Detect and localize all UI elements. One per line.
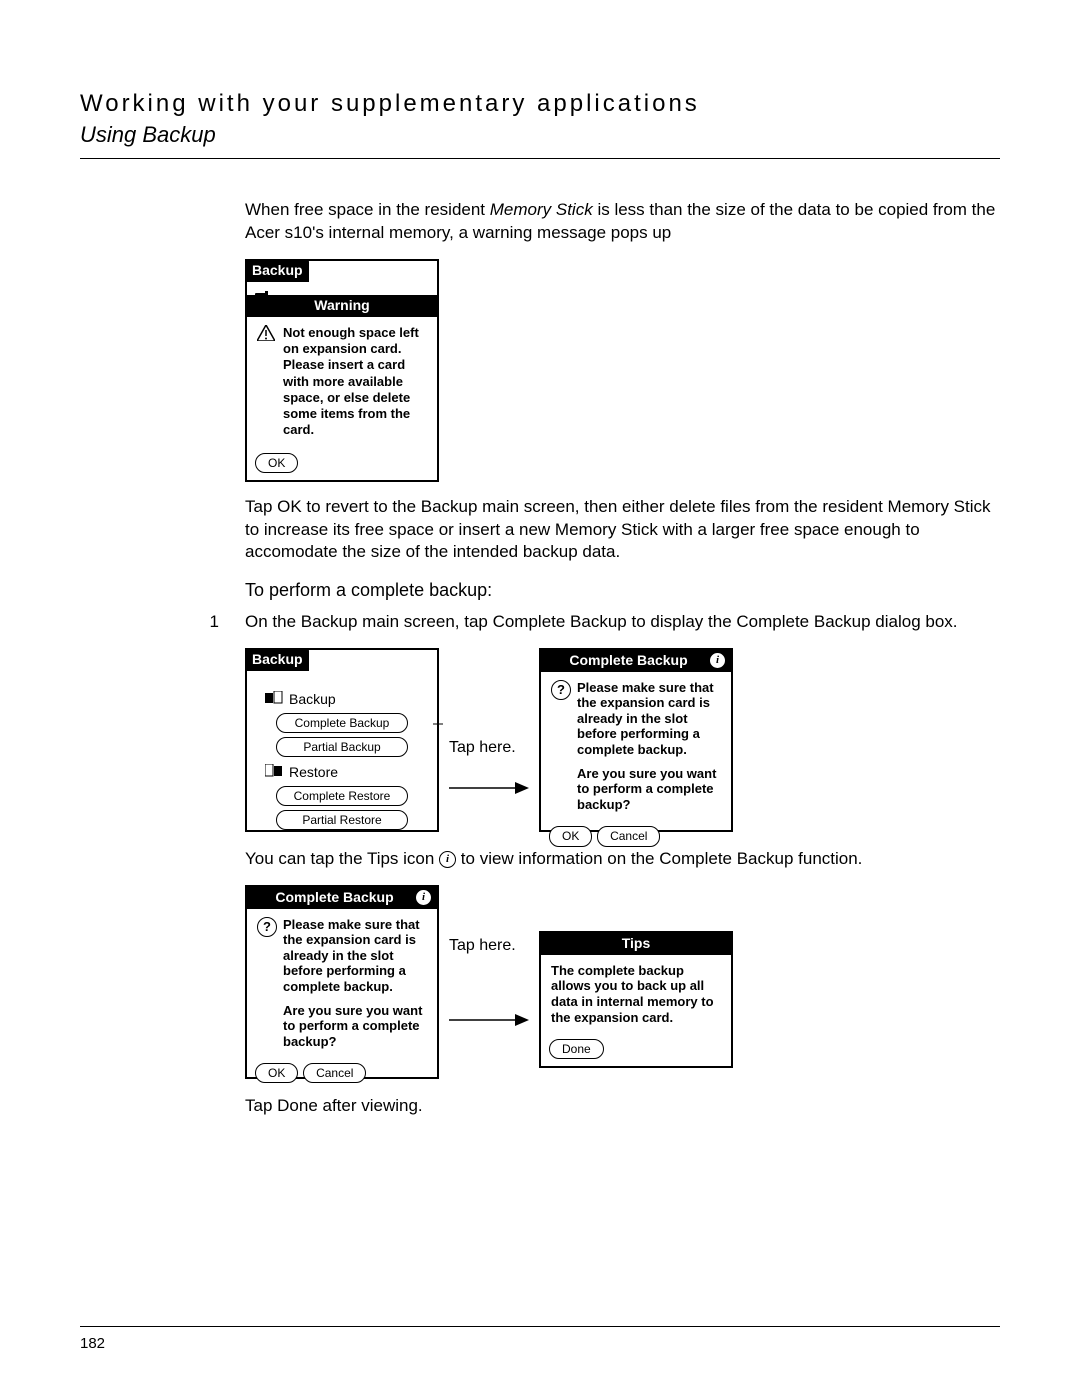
dialog-title: Backup — [246, 649, 309, 671]
cancel-button[interactable]: Cancel — [597, 826, 660, 846]
tap-done-paragraph: Tap Done after viewing. — [245, 1095, 1000, 1118]
complete-backup-dialog: Complete Backup i ? Please make sure tha… — [539, 648, 733, 832]
card-icon — [255, 291, 269, 299]
header-rule — [80, 158, 1000, 159]
tips-text: The complete backup allows you to back u… — [541, 955, 731, 1033]
intro-paragraph: When free space in the resident Memory S… — [245, 199, 1000, 245]
tap-here-annotation: Tap here. — [449, 935, 516, 957]
backup-icon — [265, 691, 283, 708]
question-icon: ? — [257, 917, 277, 937]
ok-button[interactable]: OK — [255, 453, 298, 473]
section-title: Using Backup — [80, 122, 1000, 148]
dialog-title: Complete Backup — [253, 888, 416, 907]
backup-main-screen: Backup Backup Complete Backup Partial Ba… — [245, 648, 439, 832]
callout-line — [433, 719, 443, 729]
arrow-icon — [449, 1012, 529, 1028]
info-icon[interactable]: i — [416, 890, 431, 905]
complete-restore-button[interactable]: Complete Restore — [276, 786, 408, 806]
callout-line — [431, 897, 439, 899]
after-warning-paragraph: Tap OK to revert to the Backup main scre… — [245, 496, 1000, 565]
dialog-title: Backup — [246, 260, 309, 282]
warning-dialog: Backup Warning Not enough space left on … — [245, 259, 439, 482]
confirm-msg2: Are you sure you want to perform a compl… — [283, 1003, 427, 1050]
cancel-button[interactable]: Cancel — [303, 1063, 366, 1083]
dialog-title: Tips — [622, 934, 651, 953]
tap-here-annotation: Tap here. — [449, 737, 516, 759]
step-text: On the Backup main screen, tap Complete … — [245, 611, 958, 634]
page-number: 182 — [80, 1335, 105, 1352]
warning-icon — [257, 325, 275, 439]
warning-message: Not enough space left on expansion card.… — [283, 325, 427, 439]
dialog-title: Complete Backup — [547, 651, 710, 670]
confirm-msg2: Are you sure you want to perform a compl… — [577, 766, 721, 813]
footer-rule — [80, 1326, 1000, 1327]
ok-button[interactable]: OK — [549, 826, 592, 846]
procedure-heading: To perform a complete backup: — [245, 578, 1000, 602]
confirm-msg1: Please make sure that the expansion card… — [283, 917, 427, 995]
restore-icon — [265, 764, 283, 781]
complete-backup-dialog-2: Complete Backup i ? Please make sure tha… — [245, 885, 439, 1079]
chapter-title: Working with your supplementary applicat… — [80, 90, 1000, 118]
tips-dialog: Tips The complete backup allows you to b… — [539, 931, 733, 1068]
backup-label: Backup — [289, 690, 336, 709]
arrow-icon — [449, 780, 529, 796]
info-icon[interactable]: i — [710, 653, 725, 668]
info-icon: i — [439, 851, 456, 868]
question-icon: ? — [551, 680, 571, 700]
partial-backup-button[interactable]: Partial Backup — [276, 737, 408, 757]
partial-restore-button[interactable]: Partial Restore — [276, 810, 408, 830]
done-button[interactable]: Done — [549, 1039, 604, 1059]
warning-bar: Warning — [247, 295, 437, 317]
confirm-msg1: Please make sure that the expansion card… — [577, 680, 721, 758]
complete-backup-button[interactable]: Complete Backup — [276, 713, 408, 733]
ok-button[interactable]: OK — [255, 1063, 298, 1083]
step-number: 1 — [201, 611, 219, 634]
restore-label: Restore — [289, 763, 338, 782]
